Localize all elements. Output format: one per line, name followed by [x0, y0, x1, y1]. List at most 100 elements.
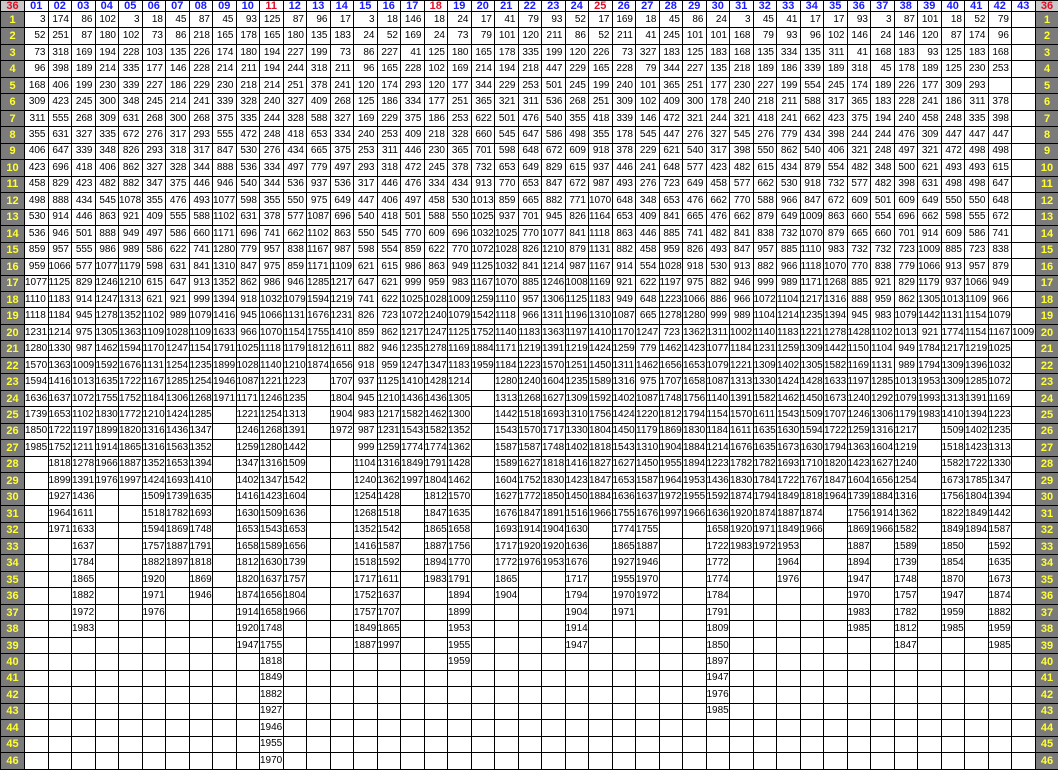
grid-cell: [494, 636, 519, 655]
grid-cell: [1011, 142, 1036, 161]
grid-cell: 1184: [141, 389, 166, 408]
grid-cell: 1755: [259, 636, 284, 655]
grid-cell: 447: [940, 126, 965, 144]
grid-cell: 921: [611, 274, 636, 292]
grid-cell: 1920: [541, 537, 566, 556]
column-header-01: 01: [24, 0, 49, 12]
grid-cell: 327: [282, 93, 307, 111]
grid-cell: 1028: [235, 356, 260, 375]
grid-cell: [47, 587, 72, 605]
grid-cell: 1976: [705, 686, 730, 704]
grid-cell: 311: [24, 109, 49, 128]
grid-cell: 1013: [940, 290, 965, 309]
grid-cell: 447: [353, 192, 378, 210]
grid-cell: 555: [964, 208, 989, 227]
grid-cell: 189: [752, 60, 777, 78]
grid-cell: 1450: [635, 455, 660, 474]
grid-cell: 598: [494, 142, 519, 161]
grid-cell: 1110: [799, 241, 824, 260]
grid-cell: 1310: [564, 406, 589, 424]
grid-cell: 886: [705, 290, 730, 309]
grid-cell: [94, 554, 119, 572]
grid-cell: 1309: [564, 389, 589, 408]
grid-cell: 1352: [188, 439, 213, 457]
grid-cell: 498: [24, 192, 49, 210]
grid-cell: 649: [917, 192, 942, 210]
number-grid-table: 36 01 02 03 04 05 06 07 08 09 10 11 12 13 14 15 16 17 18 19…: [0, 0, 1058, 770]
grid-cell: 1394: [987, 488, 1012, 507]
grid-cell: 662: [917, 208, 942, 227]
grid-cell: 418: [376, 208, 401, 227]
grid-cell: 1543: [400, 422, 425, 441]
row-header-right: 30: [1034, 488, 1058, 507]
grid-cell: 665: [682, 208, 707, 227]
grid-cell: [212, 521, 237, 540]
grid-cell: 328: [282, 109, 307, 128]
grid-cell: 653: [306, 126, 331, 144]
grid-cell: 227: [282, 43, 307, 62]
grid-cell: [564, 702, 589, 721]
grid-cell: 1570: [447, 488, 472, 507]
grid-cell: 183: [870, 93, 895, 111]
grid-cell: 1070: [259, 323, 284, 342]
grid-cell: [846, 719, 871, 737]
grid-cell: [658, 587, 683, 605]
grid-cell: 1210: [376, 389, 401, 408]
grid-cell: [400, 554, 425, 572]
grid-cell: 1710: [799, 455, 824, 474]
grid-cell: 885: [658, 225, 683, 243]
grid-cell: [917, 554, 942, 572]
grid-cell: 251: [588, 93, 613, 111]
grid-cell: 189: [71, 60, 96, 78]
grid-cell: [47, 636, 72, 655]
row-header-right: 14: [1034, 225, 1058, 243]
grid-cell: 1874: [235, 587, 260, 605]
grid-cell: [776, 719, 801, 737]
grid-cell: 1223: [658, 290, 683, 309]
grid-cell: [188, 636, 213, 655]
grid-cell: 1794: [917, 356, 942, 375]
grid-cell: 1125: [47, 274, 72, 292]
grid-cell: [423, 653, 448, 671]
grid-cell: 1755: [611, 505, 636, 523]
grid-cell: [1011, 587, 1036, 605]
grid-cell: [870, 554, 895, 572]
grid-cell: [635, 620, 660, 638]
grid-cell: 1285: [306, 274, 331, 292]
grid-cell: 501: [870, 192, 895, 210]
grid-cell: 1214: [776, 307, 801, 325]
grid-cell: 1309: [940, 373, 965, 391]
grid-cell: [306, 488, 331, 507]
grid-cell: [541, 570, 566, 589]
grid-cell: 1518: [376, 505, 401, 523]
row-header-right: 44: [1034, 719, 1058, 737]
grid-cell: 946: [376, 340, 401, 358]
grid-cell: 1676: [564, 554, 589, 572]
grid-cell: [729, 587, 754, 605]
grid-cell: 1416: [235, 488, 260, 507]
grid-cell: 135: [165, 43, 190, 62]
grid-cell: 826: [564, 208, 589, 227]
grid-cell: 1410: [188, 472, 213, 490]
grid-cell: 194: [259, 43, 284, 62]
grid-cell: [353, 702, 378, 721]
grid-cell: 826: [517, 241, 542, 260]
column-header-39: 39: [917, 0, 942, 12]
grid-cell: [470, 669, 495, 688]
grid-cell: 1587: [987, 521, 1012, 540]
grid-cell: 17: [799, 10, 824, 29]
grid-cell: 1025: [987, 340, 1012, 358]
grid-cell: 554: [376, 241, 401, 260]
grid-cell: 482: [870, 175, 895, 194]
row-header-left: 44: [0, 719, 25, 737]
row-header-right: 26: [1034, 422, 1058, 441]
grid-cell: 1313: [940, 389, 965, 408]
grid-cell: 949: [118, 225, 143, 243]
grid-cell: 248: [940, 109, 965, 128]
grid-cell: [118, 669, 143, 688]
grid-cell: 1285: [870, 373, 895, 391]
grid-cell: 1442: [494, 406, 519, 424]
grid-cell: [470, 389, 495, 408]
grid-cell: 1217: [799, 290, 824, 309]
grid-cell: 732: [823, 175, 848, 194]
